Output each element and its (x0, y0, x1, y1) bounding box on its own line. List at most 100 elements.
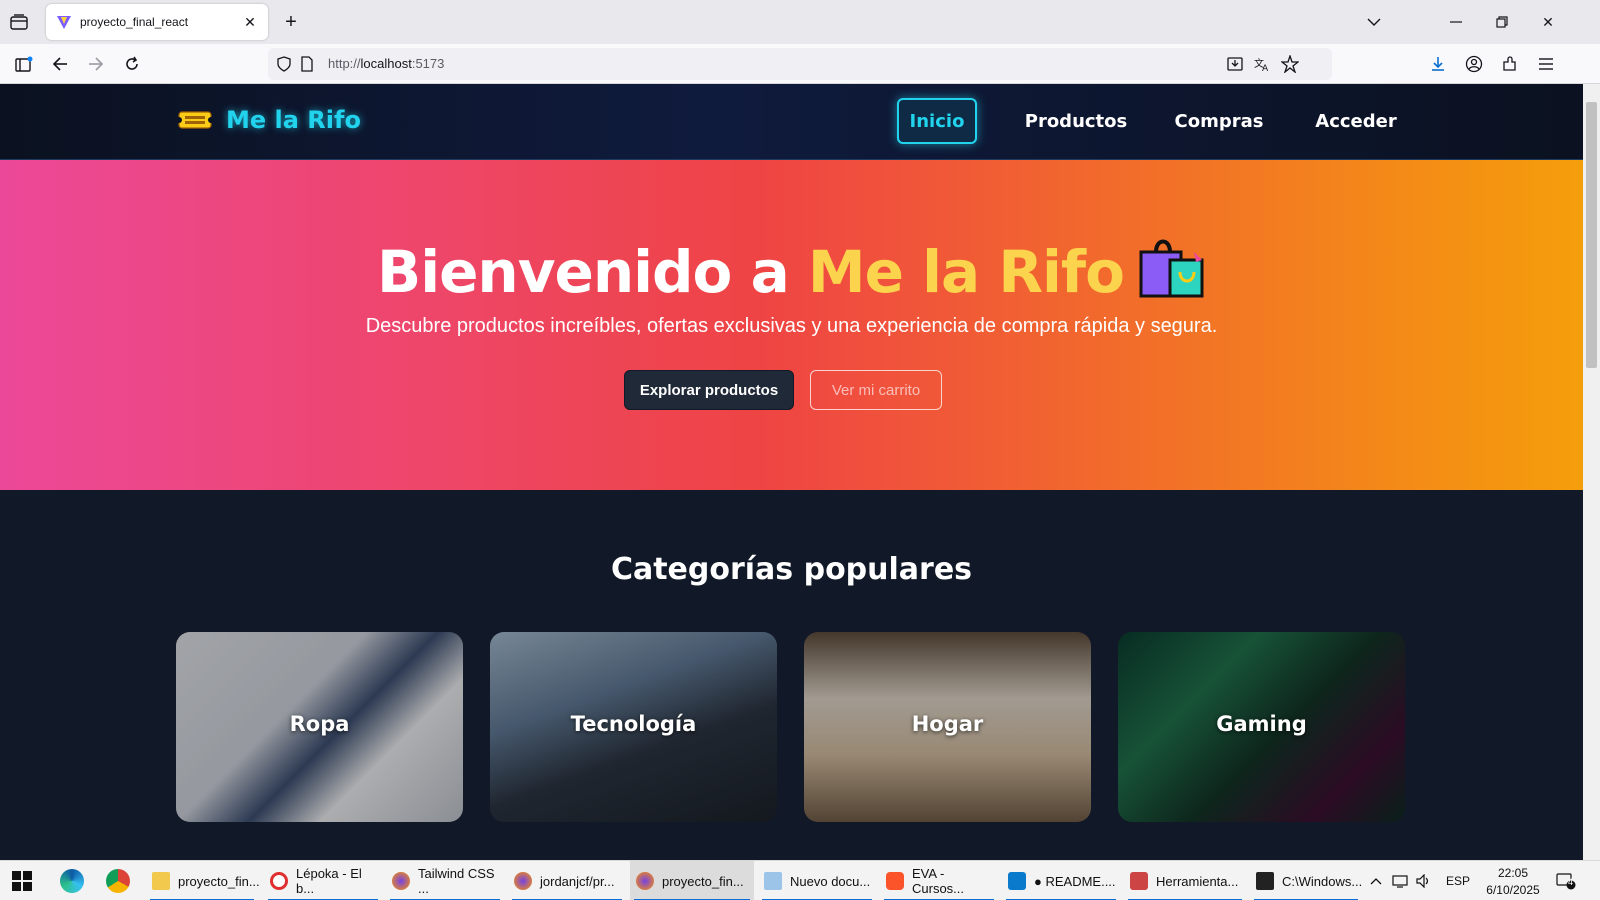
translate-icon[interactable]: 文A (1254, 56, 1270, 72)
url-port: :5173 (411, 56, 445, 71)
nav-inicio[interactable]: Inicio (897, 98, 977, 144)
url-bar[interactable]: http://localhost:5173 文A (268, 48, 1332, 80)
taskbar-item-label: Nuevo docu... (790, 873, 871, 889)
category-card-tecnologia[interactable]: Tecnología (490, 632, 777, 822)
nav-compras[interactable]: Compras (1166, 98, 1272, 144)
clock-date: 6/10/2025 (1486, 883, 1540, 897)
tools-icon (1130, 872, 1148, 890)
page-scrollbar[interactable] (1583, 84, 1600, 860)
tab-list-icon[interactable] (8, 11, 30, 33)
reload-icon[interactable] (120, 52, 144, 76)
taskbar-item[interactable]: Nuevo docu... (758, 861, 876, 900)
view-cart-button[interactable]: Ver mi carrito (810, 370, 942, 410)
back-arrow-icon[interactable] (48, 52, 72, 76)
notepad-icon (764, 872, 782, 890)
hero-section: Bienvenido a Me la Rifo Descubre product… (0, 160, 1583, 490)
category-label: Ropa (289, 712, 350, 736)
tab-title: proyecto_final_react (80, 15, 189, 29)
page-icon (301, 56, 313, 72)
shopping-bags-icon (1139, 239, 1204, 298)
brand-name: Me la Rifo (226, 106, 361, 134)
bookmark-star-icon[interactable] (1281, 55, 1299, 73)
taskbar-item-label: Herramienta... (1156, 873, 1239, 889)
terminal-icon (1256, 872, 1274, 890)
category-label: Tecnología (570, 712, 697, 736)
taskbar-item-label: proyecto_fin... (178, 873, 260, 889)
brave-icon (886, 872, 904, 890)
nav-productos[interactable]: Productos (1016, 98, 1136, 144)
menu-icon[interactable] (1534, 52, 1558, 76)
volume-icon[interactable] (1416, 861, 1432, 900)
sidebar-toggle-icon[interactable] (12, 52, 36, 76)
taskbar-item[interactable]: Herramienta... (1124, 861, 1246, 900)
hero-title: Bienvenido a Me la Rifo (0, 232, 1583, 306)
url-text[interactable]: http://localhost:5173 (328, 56, 444, 71)
restore-icon[interactable] (1484, 8, 1520, 36)
svg-text:A: A (1262, 64, 1269, 72)
browser-tab[interactable]: proyecto_final_react ✕ (46, 4, 268, 40)
new-tab-icon[interactable]: + (280, 11, 302, 33)
firefox-icon (514, 872, 532, 890)
browser-nav-bar: http://localhost:5173 文A (0, 44, 1600, 84)
opera-icon (270, 872, 288, 890)
taskbar-item[interactable]: proyecto_fin... (630, 861, 754, 900)
taskbar-item[interactable]: ● README.... (1002, 861, 1120, 900)
chevron-down-icon[interactable] (1356, 8, 1392, 36)
taskbar-item[interactable]: Lépoka - El b... (264, 861, 382, 900)
minimize-icon[interactable] (1438, 8, 1474, 36)
category-label: Gaming (1216, 712, 1307, 736)
taskbar-item-label: proyecto_fin... (662, 873, 744, 889)
firefox-icon (392, 872, 410, 890)
nav-acceder[interactable]: Acceder (1306, 98, 1406, 144)
extensions-icon[interactable] (1498, 52, 1522, 76)
windows-taskbar: proyecto_fin... Lépoka - El b... Tailwin… (0, 860, 1600, 900)
clock[interactable]: 22:05 6/10/2025 (1478, 865, 1548, 899)
taskbar-item-label: jordanjcf/pr... (540, 873, 615, 889)
taskbar-item-label: Tailwind CSS ... (418, 866, 495, 896)
taskbar-item[interactable]: Tailwind CSS ... (386, 861, 504, 900)
account-icon[interactable] (1462, 52, 1486, 76)
folder-icon (152, 872, 170, 890)
scrollbar-thumb[interactable] (1586, 102, 1597, 368)
taskbar-item-label: C:\Windows... (1282, 873, 1363, 889)
tray-chevron-icon[interactable] (1370, 861, 1382, 900)
taskbar-item-label: EVA - Cursos... (912, 866, 965, 896)
hero-subtitle: Descubre productos increíbles, ofertas e… (365, 315, 1218, 337)
url-prefix: http:// (328, 56, 361, 71)
edge-icon[interactable] (60, 869, 84, 893)
category-card-gaming[interactable]: Gaming (1118, 632, 1405, 822)
language-indicator[interactable]: ESP (1446, 861, 1470, 900)
url-host: localhost (360, 56, 412, 71)
browser-tab-bar: proyecto_final_react ✕ + ✕ (0, 0, 1600, 44)
site-header: Me la Rifo Inicio Productos Compras Acce… (0, 84, 1583, 160)
notifications-icon[interactable]: 4 (1556, 861, 1576, 900)
clock-time: 22:05 (1497, 866, 1529, 880)
firefox-icon (636, 872, 654, 890)
tab-close-icon[interactable]: ✕ (242, 14, 258, 30)
taskbar-item[interactable]: EVA - Cursos... (880, 861, 998, 900)
taskbar-item[interactable]: C:\Windows... (1250, 861, 1362, 900)
forward-arrow-icon[interactable] (84, 52, 108, 76)
notification-count: 4 (1568, 877, 1574, 887)
category-label: Hogar (911, 712, 984, 736)
close-icon[interactable]: ✕ (1530, 8, 1566, 36)
category-card-ropa[interactable]: Ropa (176, 632, 463, 822)
categories-title: Categorías populares (610, 552, 973, 587)
save-page-icon[interactable] (1227, 56, 1243, 72)
brand-logo[interactable]: Me la Rifo (178, 106, 361, 134)
vscode-icon (1008, 872, 1026, 890)
taskbar-item-label: ● README.... (1034, 873, 1116, 889)
network-icon[interactable] (1392, 861, 1408, 900)
web-page: Me la Rifo Inicio Productos Compras Acce… (0, 84, 1583, 860)
windows-start-icon[interactable] (12, 871, 32, 891)
chrome-icon[interactable] (106, 869, 130, 893)
taskbar-item[interactable]: proyecto_fin... (146, 861, 260, 900)
category-card-hogar[interactable]: Hogar (804, 632, 1091, 822)
shield-icon[interactable] (276, 56, 292, 72)
hero-title-accent: Me la Rifo (807, 238, 1125, 306)
downloads-icon[interactable] (1426, 52, 1450, 76)
taskbar-item[interactable]: jordanjcf/pr... (508, 861, 626, 900)
vite-favicon-icon (57, 16, 71, 29)
ticket-icon (178, 111, 212, 129)
explore-products-button[interactable]: Explorar productos (624, 370, 794, 410)
